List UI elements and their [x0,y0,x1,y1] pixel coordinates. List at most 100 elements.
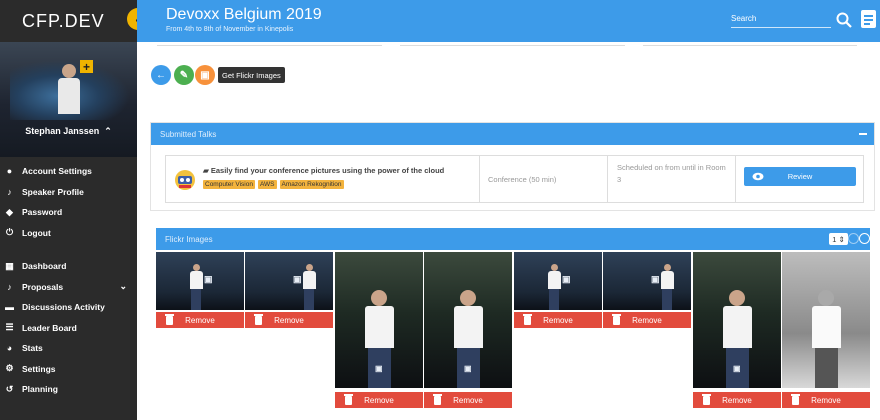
sidebar-item-speaker-profile[interactable]: ♪ Speaker Profile [0,182,137,203]
main-content: ← ✎ ▣ Get Flickr Images Submitted Talks … [137,42,880,420]
search-input[interactable] [731,10,831,28]
sidebar-item-label: Account Settings [22,166,92,177]
document-icon[interactable] [861,10,876,28]
microphone-icon: ♪ [7,281,12,292]
sidebar: CFP.DEV ‹ + Stephan Janssen ⌃ ● Account S… [0,0,137,420]
previous-form-fields [157,42,857,48]
page-title: Devoxx Belgium 2019 [166,6,322,23]
shield-icon: ◆ [6,206,13,217]
remove-photo-button[interactable]: Remove [335,392,423,408]
talk-track-icon [175,170,195,190]
page-select[interactable]: 1 ⇕ [829,233,848,245]
flickr-photo-card: ▣ Remove [603,252,691,328]
chevron-down-icon: ⌄ [119,281,127,292]
remove-photo-button[interactable]: Remove [782,392,870,408]
sidebar-item-dashboard[interactable]: ▦ Dashboard [0,256,137,277]
trash-icon [523,314,532,325]
collapse-sidebar-button[interactable]: ‹ [127,8,137,30]
collapse-icon[interactable] [859,133,867,135]
devoxx-logo-backdrop: ▣ [651,274,661,284]
flickr-photo-card: ▣ Remove [514,252,602,328]
devoxx-logo-backdrop: ▣ [375,364,384,373]
flickr-photo[interactable]: ▣ [245,252,333,310]
remove-photo-button[interactable]: Remove [156,312,244,328]
flickr-photo-card: ▣ Remove [335,252,423,408]
main-menu: ▦ Dashboard ♪ Proposals ⌄ ▬ Discussions Acti… [0,256,137,400]
flickr-photo[interactable]: ▣ [156,252,244,310]
chat-icon: ▰ [203,166,211,175]
pie-chart-icon: ◕ [6,343,13,354]
panel-title: Flickr Images [165,234,213,244]
remove-photo-button[interactable]: Remove [245,312,333,328]
pencil-icon: ✎ [179,69,189,81]
trash-icon [702,394,711,405]
brand-logo[interactable]: CFP.DEV ‹ [0,0,137,42]
talk-schedule-cell: Scheduled on from until in Room 3 [608,156,736,202]
review-button[interactable]: Review [744,167,856,186]
edit-button[interactable]: ✎ [174,65,194,85]
sidebar-item-settings[interactable]: ⚙ Settings [0,359,137,380]
sidebar-item-stats[interactable]: ◕ Stats [0,338,137,359]
remove-label: Remove [364,395,394,405]
flickr-photo[interactable]: ▣ [335,252,423,388]
account-menu: ● Account Settings ♪ Speaker Profile ◆ Pass… [0,161,137,243]
page-subtitle: From 4th to 8th of November in Kinepolis [166,26,294,33]
sidebar-item-label: Password [22,207,63,218]
sidebar-item-logout[interactable]: ⏻ Logout [0,223,137,244]
flickr-photo[interactable] [782,252,870,388]
sidebar-item-password[interactable]: ◆ Password [0,202,137,223]
remove-label: Remove [453,395,483,405]
sidebar-item-label: Leader Board [22,322,77,333]
remove-label: Remove [543,315,573,325]
remove-photo-button[interactable]: Remove [514,312,602,328]
remove-photo-button[interactable]: Remove [424,392,512,408]
sidebar-item-leader-board[interactable]: ☰ Leader Board [0,318,137,339]
sidebar-item-label: Planning [22,384,58,395]
flickr-photo[interactable]: ▣ [603,252,691,310]
arrow-left-icon: ← [156,69,166,81]
talk-format: Conference (50 min) [488,175,557,184]
review-label: Review [787,172,813,181]
flickr-photo-card: ▣ Remove [693,252,781,408]
talk-title-text: Easily find your conference pictures usi… [210,166,445,175]
search-icon[interactable] [835,11,853,29]
tag: AWS [257,180,277,189]
talk-schedule: Scheduled on from until in Room 3 [617,163,726,184]
back-button[interactable]: ← [151,65,171,85]
sidebar-item-label: Logout [22,227,51,238]
dashboard-icon: ▦ [5,260,14,271]
sidebar-item-account-settings[interactable]: ● Account Settings [0,161,137,182]
remove-photo-button[interactable]: Remove [603,312,691,328]
previous-page-icon[interactable] [848,233,859,244]
talk-info-cell: ▰ Easily find your conference pictures u… [166,156,480,202]
sidebar-item-label: Settings [22,363,56,374]
talk-row: ▰ Easily find your conference pictures u… [165,155,864,203]
sidebar-item-label: Dashboard [22,261,67,272]
flickr-photo-card: Remove [782,252,870,408]
next-page-icon[interactable] [859,233,870,244]
power-icon: ⏻ [5,227,14,238]
trash-icon [791,394,800,405]
sidebar-item-planning[interactable]: ↺ Planning [0,379,137,400]
tag: Amazon Rekognition [279,180,344,189]
flickr-photo-card: ▣ Remove [245,252,333,328]
sidebar-item-proposals[interactable]: ♪ Proposals ⌄ [0,277,137,298]
flickr-photo-card: ▣ Remove [156,252,244,328]
sidebar-item-discussions-activity[interactable]: ▬ Discussions Activity [0,297,137,318]
flickr-photo[interactable]: ▣ [514,252,602,310]
user-menu-toggle[interactable]: Stephan Janssen ⌃ [0,126,137,137]
talk-actions-cell: Review [736,156,863,202]
flickr-images-button[interactable]: ▣ [195,65,215,85]
chat-icon: ▬ [5,302,14,313]
flickr-photo[interactable]: ▣ [693,252,781,388]
flickr-images-header: Flickr Images 1 ⇕ [156,228,870,250]
gear-icon: ⚙ [5,363,14,374]
remove-label: Remove [722,395,752,405]
add-photo-icon[interactable]: + [80,60,93,74]
remove-photo-button[interactable]: Remove [693,392,781,408]
flickr-photo[interactable]: ▣ [424,252,512,388]
talk-title[interactable]: ▰ Easily find your conference pictures u… [203,166,444,175]
history-icon: ↺ [5,383,14,394]
microphone-icon: ♪ [7,186,12,197]
submitted-talks-header: Submitted Talks [151,123,874,145]
